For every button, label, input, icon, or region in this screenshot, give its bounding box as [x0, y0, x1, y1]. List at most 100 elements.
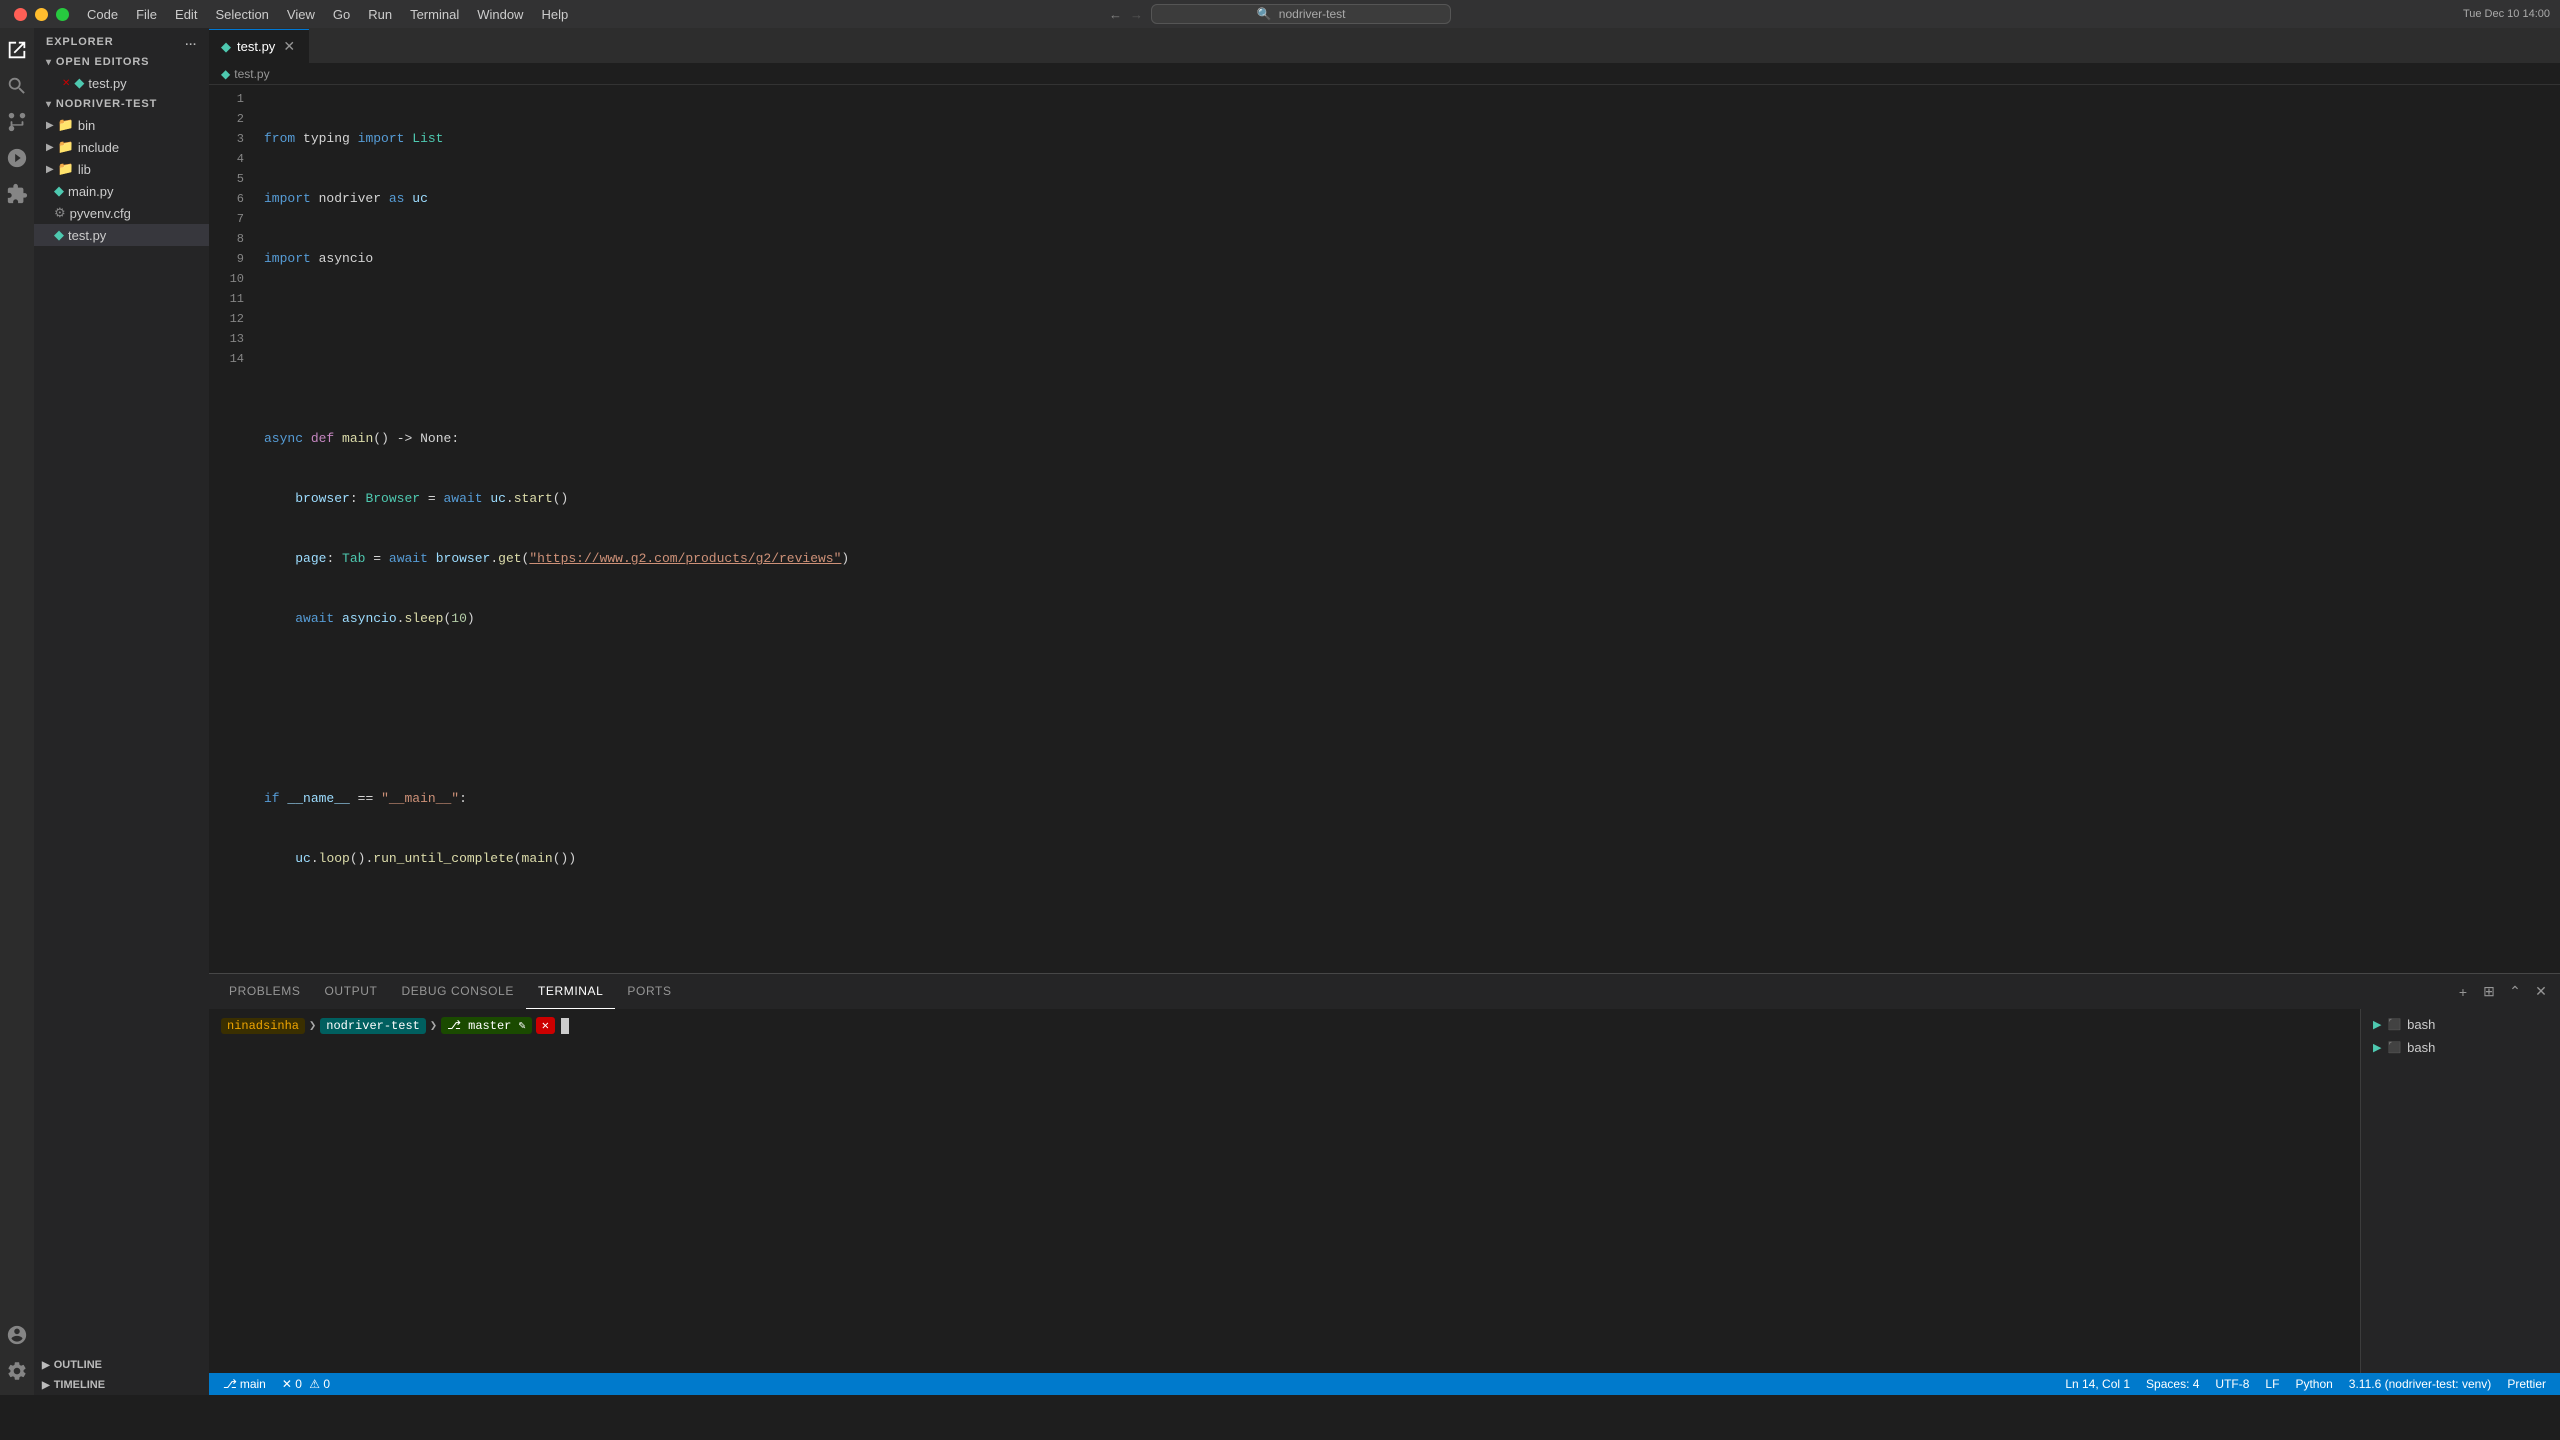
- folder-include[interactable]: ▶ 📁 include: [34, 136, 209, 158]
- sidebar: Explorer ... ▾ Open Editors ✕ ◆ test.py …: [34, 28, 209, 1395]
- file-icon-testpy: ◆: [74, 75, 84, 91]
- menu-terminal[interactable]: Terminal: [402, 5, 467, 24]
- language-status[interactable]: Python: [2291, 1377, 2336, 1391]
- menu-file[interactable]: File: [128, 5, 165, 24]
- terminal-instance-1[interactable]: ▶ ⬛ bash: [2361, 1013, 2560, 1036]
- code-line-11: [254, 729, 2560, 749]
- add-terminal-button[interactable]: +: [2452, 981, 2474, 1003]
- folder-label-include: include: [78, 140, 119, 155]
- menu-window[interactable]: Window: [469, 5, 531, 24]
- tab-testpy[interactable]: ◆ test.py ✕: [209, 29, 309, 63]
- line-col-status[interactable]: Ln 14, Col 1: [2061, 1377, 2134, 1391]
- menu-help[interactable]: Help: [533, 5, 576, 24]
- extensions-icon[interactable]: [3, 180, 31, 208]
- menu-selection[interactable]: Selection: [207, 5, 276, 24]
- open-editors-section[interactable]: ▾ Open Editors: [34, 52, 209, 72]
- search-icon[interactable]: [3, 72, 31, 100]
- panel-area: PROBLEMS OUTPUT DEBUG CONSOLE TERMINAL P…: [209, 973, 2560, 1373]
- explorer-icon[interactable]: [3, 36, 31, 64]
- python-version-status[interactable]: 3.11.6 (nodriver-test: venv): [2345, 1377, 2496, 1391]
- terminal-area[interactable]: ninadsinha ❯ nodriver-test ❯ ⎇ master ✎ …: [209, 1009, 2360, 1373]
- breadcrumb-file[interactable]: test.py: [234, 67, 269, 81]
- file-label-testpy2: test.py: [68, 228, 106, 243]
- line-ending-status[interactable]: LF: [2261, 1377, 2283, 1391]
- terminal-instance-label-2: bash: [2407, 1040, 2435, 1055]
- status-right: Ln 14, Col 1 Spaces: 4 UTF-8 LF Python 3…: [2061, 1377, 2550, 1391]
- code-editor[interactable]: 1 2 3 4 5 6 7 8 9 10 11 12 13 14 from ty…: [209, 85, 2560, 973]
- outline-section[interactable]: ▶ Outline: [34, 1355, 209, 1375]
- errors-count: 0: [295, 1377, 302, 1391]
- menu-go[interactable]: Go: [325, 5, 358, 24]
- term-branch: ⎇ master ✎: [441, 1017, 532, 1034]
- open-file-label: test.py: [88, 76, 126, 91]
- titlebar-center: ← → 🔍 nodriver-test: [1109, 4, 1451, 24]
- outline-chevron: ▶: [42, 1360, 50, 1371]
- maximize-panel-button[interactable]: ⌃: [2504, 981, 2526, 1003]
- panel-tabs: PROBLEMS OUTPUT DEBUG CONSOLE TERMINAL P…: [209, 974, 2560, 1009]
- spaces-status[interactable]: Spaces: 4: [2142, 1377, 2203, 1391]
- folder-bin[interactable]: ▶ 📁 bin: [34, 114, 209, 136]
- breadcrumb: ◆ test.py: [209, 63, 2560, 85]
- code-content[interactable]: from typing import List import nodriver …: [254, 85, 2560, 973]
- settings-icon[interactable]: [3, 1357, 31, 1385]
- sidebar-more-actions[interactable]: ...: [185, 36, 197, 48]
- tab-problems[interactable]: PROBLEMS: [217, 974, 313, 1009]
- terminal-list-icon-bash2: ⬛: [2387, 1041, 2401, 1054]
- tab-output[interactable]: OUTPUT: [313, 974, 390, 1009]
- prettier-status[interactable]: Prettier: [2503, 1377, 2550, 1391]
- warning-icon: ⚠: [309, 1377, 320, 1391]
- file-label-pyvenvcfg: pyvenv.cfg: [70, 206, 131, 221]
- folder-label-bin: bin: [78, 118, 95, 133]
- command-palette[interactable]: 🔍 nodriver-test: [1151, 4, 1451, 24]
- folder-chevron-include: ▶: [46, 142, 54, 153]
- code-line-2: import nodriver as uc: [254, 189, 2560, 209]
- nav-forward[interactable]: →: [1130, 7, 1143, 22]
- search-placeholder: nodriver-test: [1279, 7, 1346, 21]
- folder-icon-lib: 📁: [58, 161, 74, 177]
- tab-debug-console[interactable]: DEBUG CONSOLE: [389, 974, 526, 1009]
- menu-bar: Code File Edit Selection View Go Run Ter…: [79, 5, 576, 24]
- sidebar-bottom: ▶ Outline ▶ Timeline: [34, 1355, 209, 1395]
- file-testpy[interactable]: ◆ test.py: [34, 224, 209, 246]
- tab-ports[interactable]: PORTS: [615, 974, 683, 1009]
- run-debug-icon[interactable]: [3, 144, 31, 172]
- menu-edit[interactable]: Edit: [167, 5, 205, 24]
- project-label: NODRIVER-TEST: [56, 98, 157, 110]
- tab-terminal[interactable]: TERMINAL: [526, 974, 615, 1009]
- folder-lib[interactable]: ▶ 📁 lib: [34, 158, 209, 180]
- file-mainpy[interactable]: ◆ main.py: [34, 180, 209, 202]
- errors-status[interactable]: ✕ 0 ⚠ 0: [278, 1377, 334, 1391]
- activity-bar: [0, 28, 34, 1395]
- terminal-instance-label-1: bash: [2407, 1017, 2435, 1032]
- folder-chevron-lib: ▶: [46, 164, 54, 175]
- split-terminal-button[interactable]: ⊞: [2478, 981, 2500, 1003]
- accounts-icon[interactable]: [3, 1321, 31, 1349]
- menu-view[interactable]: View: [279, 5, 323, 24]
- menu-code[interactable]: Code: [79, 5, 126, 24]
- term-user: ninadsinha: [221, 1018, 305, 1034]
- close-button[interactable]: [14, 8, 27, 21]
- panel-actions: + ⊞ ⌃ ✕: [2452, 981, 2552, 1003]
- git-branch-status[interactable]: ⎇ main: [219, 1377, 270, 1391]
- minimize-button[interactable]: [35, 8, 48, 21]
- maximize-button[interactable]: [56, 8, 69, 21]
- tab-close-button[interactable]: ✕: [281, 39, 297, 55]
- terminal-instance-2[interactable]: ▶ ⬛ bash: [2361, 1036, 2560, 1059]
- source-control-icon[interactable]: [3, 108, 31, 136]
- project-section[interactable]: ▾ NODRIVER-TEST: [34, 94, 209, 114]
- file-pyvenvcfg[interactable]: ⚙ pyvenv.cfg: [34, 202, 209, 224]
- encoding-status[interactable]: UTF-8: [2211, 1377, 2253, 1391]
- code-line-13: uc.loop().run_until_complete(main()): [254, 849, 2560, 869]
- close-file-icon[interactable]: ✕: [62, 78, 70, 89]
- menu-run[interactable]: Run: [360, 5, 400, 24]
- explorer-label: Explorer: [46, 36, 114, 48]
- editor-area: ◆ test.py ✕ ◆ test.py 1 2 3 4 5 6 7: [209, 28, 2560, 1395]
- nav-back[interactable]: ←: [1109, 7, 1122, 22]
- system-icons: Tue Dec 10 14:00: [2463, 8, 2550, 20]
- project-chevron: ▾: [46, 99, 52, 110]
- close-panel-button[interactable]: ✕: [2530, 981, 2552, 1003]
- open-file-testpy[interactable]: ✕ ◆ test.py: [34, 72, 209, 94]
- terminal-list-icon-bash1: ⬛: [2387, 1018, 2401, 1031]
- file-icon-mainpy: ◆: [54, 183, 64, 199]
- timeline-section[interactable]: ▶ Timeline: [34, 1375, 209, 1395]
